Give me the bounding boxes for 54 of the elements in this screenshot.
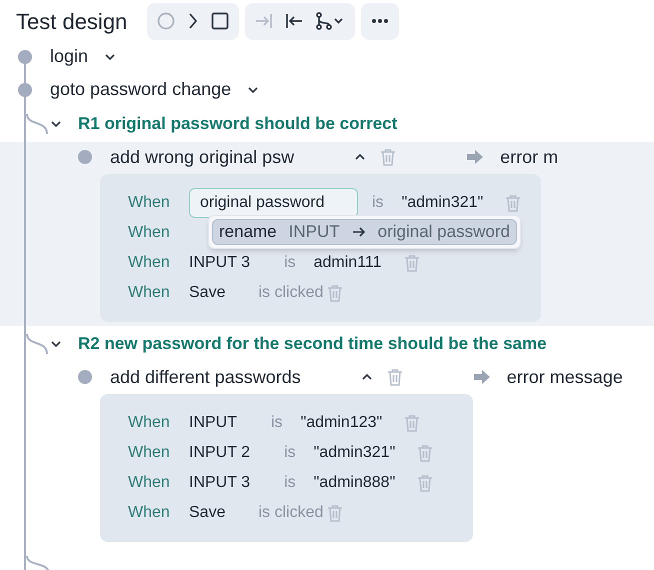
condition-operator: is clicked: [258, 283, 324, 303]
condition-operator: is clicked: [258, 503, 324, 523]
node-label[interactable]: goto password change: [50, 76, 232, 103]
condition-target[interactable]: INPUT 3: [189, 471, 250, 495]
when-label: When: [128, 473, 171, 493]
step-name[interactable]: add wrong original psw: [110, 144, 294, 170]
when-label: When: [128, 193, 171, 213]
condition-operator: is: [284, 253, 296, 273]
caret-icon[interactable]: [247, 86, 260, 94]
condition-operator: is: [372, 193, 384, 213]
condition-value[interactable]: "admin888": [314, 471, 396, 495]
condition-target[interactable]: Save: [189, 281, 226, 305]
rename-from: INPUT: [288, 221, 340, 244]
condition-operator: is: [284, 473, 296, 493]
condition-operator: is: [271, 413, 283, 433]
condition-value[interactable]: "admin321": [314, 441, 396, 465]
when-label: When: [128, 443, 171, 463]
condition-target[interactable]: INPUT: [189, 411, 237, 435]
rename-verb: rename: [219, 221, 277, 244]
arrow-right-icon: [352, 226, 366, 238]
step-result[interactable]: error message: [506, 364, 623, 390]
condition-target[interactable]: INPUT 3: [189, 251, 250, 275]
step-result[interactable]: error m: [500, 144, 558, 170]
when-label: When: [128, 283, 171, 303]
rule-title[interactable]: R1 original password should be correct: [78, 111, 398, 137]
when-label: When: [128, 503, 171, 523]
step-name[interactable]: add different passwords: [110, 364, 301, 390]
chevron-right-icon[interactable]: [187, 12, 200, 30]
when-label: When: [128, 413, 171, 433]
stop-icon[interactable]: [211, 12, 230, 30]
branch-dropdown-icon[interactable]: [315, 12, 346, 30]
caret-icon[interactable]: [104, 52, 116, 60]
rename-suggestion[interactable]: rename INPUT original password: [212, 219, 517, 245]
arrow-left-bar-icon[interactable]: [285, 12, 304, 30]
condition-target[interactable]: Save: [189, 501, 226, 525]
more-icon[interactable]: [371, 18, 390, 24]
target-name-field[interactable]: original password: [189, 188, 358, 218]
node-label[interactable]: login: [50, 43, 88, 70]
condition-value[interactable]: "admin321": [402, 191, 484, 215]
when-label: When: [128, 223, 171, 243]
condition-value[interactable]: admin111: [314, 251, 382, 275]
caret-icon[interactable]: [50, 120, 62, 128]
rule-title[interactable]: R2 new password for the second time should be the same: [78, 331, 547, 357]
rename-to: original password: [378, 221, 510, 244]
when-label: When: [128, 253, 171, 273]
arrow-right-icon: [472, 369, 491, 385]
caret-icon[interactable]: [50, 340, 62, 348]
condition-target[interactable]: INPUT 2: [189, 441, 250, 465]
arrow-right-icon: [466, 149, 484, 165]
page-title: Test design: [16, 8, 128, 36]
caret-icon[interactable]: [360, 373, 373, 381]
condition-value[interactable]: "admin123": [300, 411, 382, 435]
condition-operator: is: [284, 443, 296, 463]
caret-icon[interactable]: [354, 153, 366, 161]
